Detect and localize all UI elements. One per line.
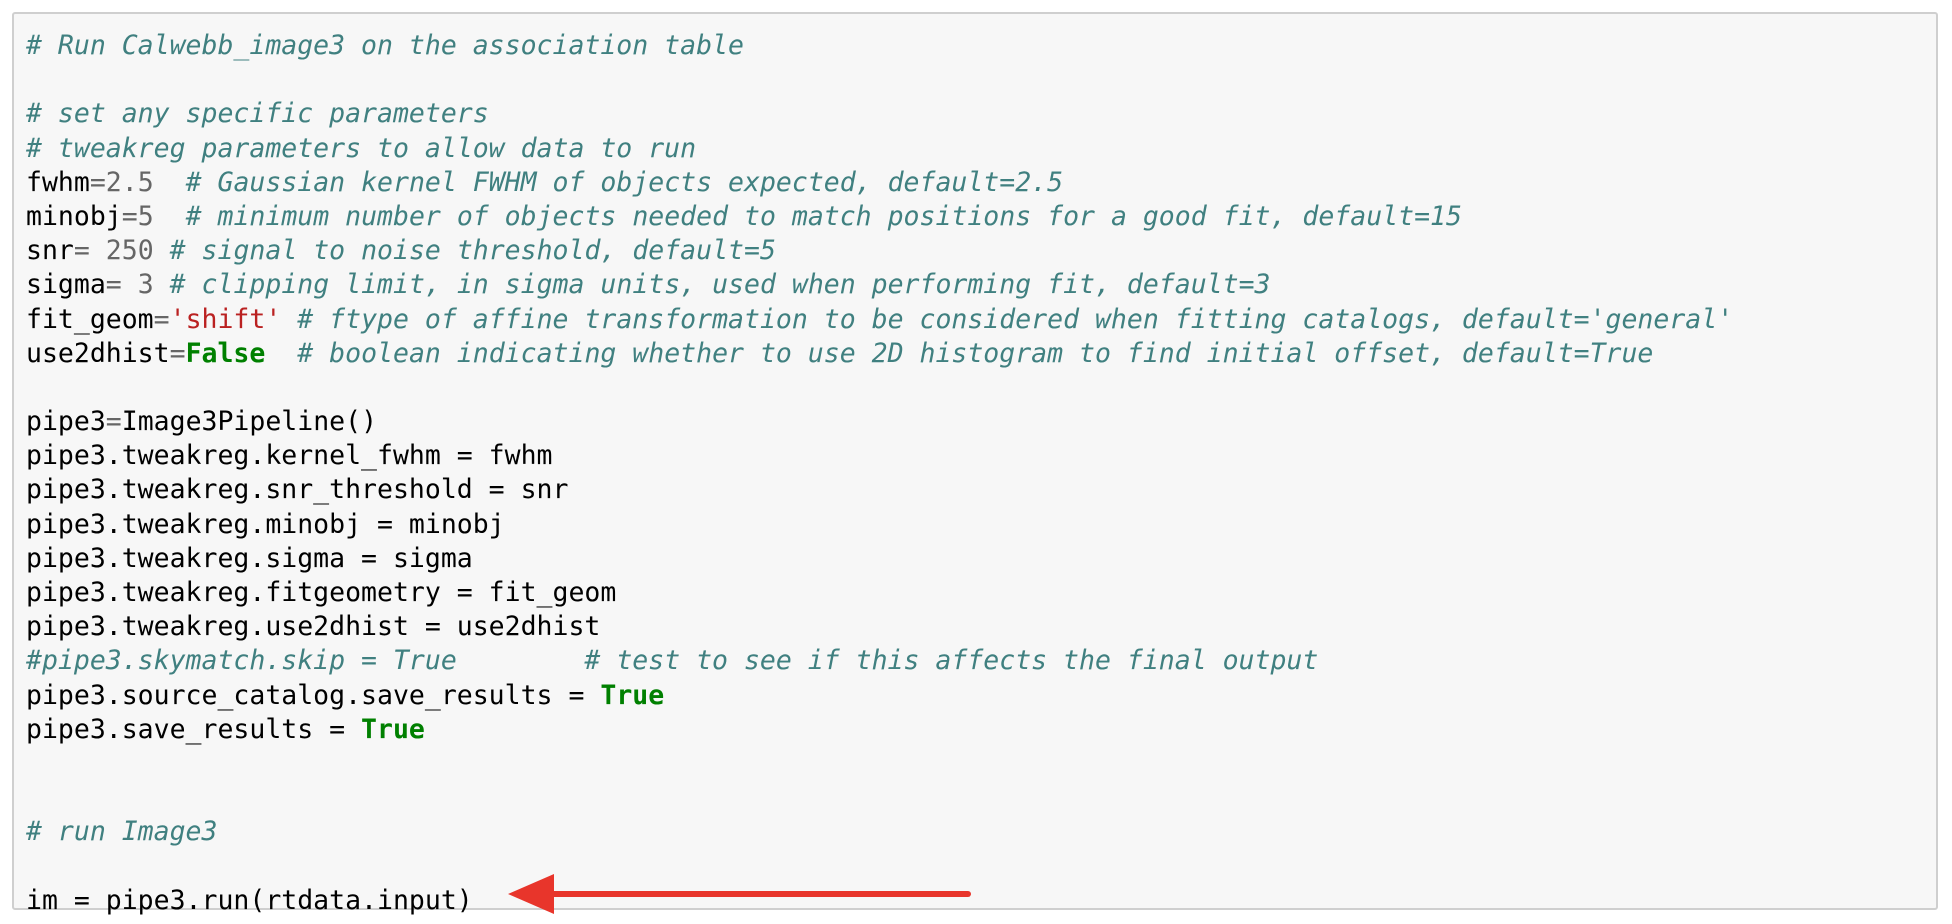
code-line-19: #pipe3.skymatch.skip = True # test to se…: [26, 644, 1733, 678]
code-text: pipe3.tweakreg.kernel_fwhm = fwhm: [26, 440, 553, 472]
variable-name: snr: [26, 235, 74, 267]
comment: # signal to noise threshold, default=5: [169, 235, 776, 267]
comment: # boolean indicating whether to use 2D h…: [297, 337, 1654, 369]
code-line-12: pipe3=Image3Pipeline(): [26, 405, 1733, 439]
comment: # Gaussian kernel FWHM of objects expect…: [185, 166, 1064, 198]
code-line-5: fwhm=2.5 # Gaussian kernel FWHM of objec…: [26, 166, 1733, 200]
code-line-18: pipe3.tweakreg.use2dhist = use2dhist: [26, 610, 1733, 644]
code-text: pipe3.tweakreg.fitgeometry = fit_geom: [26, 577, 617, 608]
keyword-constant: True: [361, 713, 425, 745]
number-literal: 3: [121, 269, 154, 301]
string-literal: 'shift': [169, 303, 282, 335]
code-line-3: # set any specific parameters: [26, 97, 1733, 131]
comment: # test to see if this affects the final …: [584, 645, 1319, 677]
variable-name: fwhm: [26, 166, 90, 198]
comment: # ftype of affine transformation to be c…: [297, 303, 1734, 335]
code-line-10: use2dhist=False # boolean indicating whe…: [26, 337, 1733, 371]
number-literal: 250: [89, 235, 154, 267]
code-text: pipe3.tweakreg.minobj = minobj: [26, 508, 505, 540]
operator: =: [169, 337, 186, 369]
code-block[interactable]: # Run Calwebb_image3 on the association …: [26, 29, 1733, 918]
code-cell[interactable]: # Run Calwebb_image3 on the association …: [12, 12, 1938, 916]
code-line-4: # tweakreg parameters to allow data to r…: [26, 132, 1733, 166]
arrow-left-icon: [508, 874, 971, 914]
code-line-16: pipe3.tweakreg.sigma = sigma: [26, 542, 1733, 576]
number-literal: 5: [137, 200, 154, 232]
variable-name: minobj: [26, 200, 122, 232]
code-line-24: # run Image3: [26, 815, 1733, 849]
code-line-20: pipe3.source_catalog.save_results = True: [26, 679, 1733, 713]
variable-name: use2dhist: [26, 337, 170, 369]
code-line-1: # Run Calwebb_image3 on the association …: [26, 29, 1733, 63]
code-line-21: pipe3.save_results = True: [26, 713, 1733, 747]
number-literal: 2.5: [105, 166, 154, 198]
code-text: pipe3.tweakreg.snr_threshold = snr: [26, 474, 569, 506]
code-line-17: pipe3.tweakreg.fitgeometry = fit_geom: [26, 576, 1733, 610]
keyword-constant: False: [185, 337, 266, 369]
code-line-13: pipe3.tweakreg.kernel_fwhm = fwhm: [26, 439, 1733, 473]
code-text: pipe3.source_catalog.save_results =: [26, 679, 601, 711]
code-line-6: minobj=5 # minimum number of objects nee…: [26, 200, 1733, 234]
comment: #pipe3.skymatch.skip = True: [26, 645, 457, 677]
operator: =: [121, 200, 138, 232]
code-line-15: pipe3.tweakreg.minobj = minobj: [26, 508, 1733, 542]
code-line-14: pipe3.tweakreg.snr_threshold = snr: [26, 473, 1733, 507]
comment: # set any specific parameters: [26, 98, 489, 130]
comment: # minimum number of objects needed to ma…: [185, 200, 1462, 232]
comment: # run Image3: [26, 816, 218, 848]
code-text: pipe3.tweakreg.sigma = sigma: [26, 542, 473, 574]
operator: =: [73, 235, 90, 267]
code-text: im = pipe3.run(rtdata.input): [26, 884, 473, 916]
code-text: Image3Pipeline(): [121, 406, 378, 438]
code-line-7: snr= 250 # signal to noise threshold, de…: [26, 234, 1733, 268]
comment: # Run Calwebb_image3 on the association …: [26, 30, 744, 61]
comment: # tweakreg parameters to allow data to r…: [26, 132, 697, 164]
keyword-constant: True: [600, 679, 665, 711]
code-line-8: sigma= 3 # clipping limit, in sigma unit…: [26, 268, 1733, 302]
operator: =: [89, 166, 106, 198]
variable-name: fit_geom: [26, 303, 154, 335]
operator: =: [105, 269, 122, 301]
operator: =: [153, 303, 170, 335]
code-text: pipe3.tweakreg.use2dhist = use2dhist: [26, 611, 601, 643]
variable-name: sigma: [26, 269, 106, 301]
code-text: pipe3.save_results =: [26, 713, 362, 745]
code-line-9: fit_geom='shift' # ftype of affine trans…: [26, 303, 1733, 337]
comment: # clipping limit, in sigma units, used w…: [169, 269, 1271, 301]
variable-name: pipe3: [26, 406, 106, 438]
operator: =: [105, 406, 122, 438]
